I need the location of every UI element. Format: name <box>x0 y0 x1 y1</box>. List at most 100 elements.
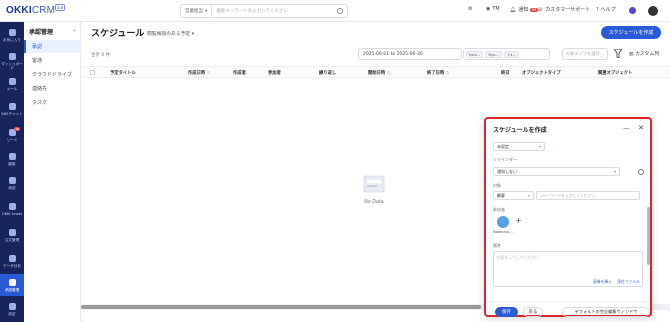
support-label: カスタマーサポート <box>545 7 591 13</box>
sidebar-item-label: データ分析 <box>3 263 21 268</box>
user-team-button[interactable]: ◉ TM <box>486 6 500 12</box>
column-header[interactable]: 終了日時 ⇅ <box>427 70 449 76</box>
permission-filter-dropdown[interactable]: 閲覧権限のある予定 ▾ <box>147 30 194 37</box>
logo-version: 2.0 <box>55 4 66 11</box>
help-button[interactable]: ? ヘルプ <box>596 6 616 14</box>
collapse-icon[interactable]: « <box>73 28 76 34</box>
participants-label: 参加者 <box>493 207 505 212</box>
target-search-placeholder: キーワードを入力してください <box>542 192 596 198</box>
sidebar-item-orders[interactable]: 注文管理 <box>0 224 24 246</box>
create-schedule-modal: スケジュールを作成 — ✕ 未設定 ▾ リマインダー 通知しない ▾ 対象 顧客 ▾ … <box>484 117 652 317</box>
submenu-item-approval[interactable]: 承認 <box>24 40 81 53</box>
gear-icon[interactable] <box>638 169 644 175</box>
notification-button[interactable]: 🔔︎ 通知 99 <box>510 6 538 13</box>
sidebar-item-customers[interactable]: 顧客 <box>0 148 24 170</box>
search-input[interactable]: 検索キーワードを入力してください <box>212 8 347 14</box>
sidebar-item-leads[interactable]: リード 18 <box>0 124 24 146</box>
search-scope-label: 営業担当 <box>185 9 203 14</box>
sidebar-item-mail[interactable]: メール <box>0 74 24 94</box>
sidebar-item-analytics[interactable]: データ分析 <box>0 248 24 274</box>
custom-columns-button[interactable]: ▥ カスタム列 <box>629 50 659 57</box>
app-logo[interactable]: OKKICRM 2.0 <box>6 4 66 16</box>
insert-image-link[interactable]: 画像を挿入 <box>593 279 612 285</box>
sidebar-item-approval[interactable]: 承認管理 <box>0 274 24 296</box>
column-header[interactable]: 関連オブジェクト <box>598 70 632 76</box>
close-icon[interactable]: ✕ <box>638 124 644 132</box>
refresh-icon[interactable]: ⚙ <box>468 6 472 12</box>
sidebar-item-label: リード <box>6 137 18 142</box>
columns-icon: ▥ <box>629 52 634 57</box>
chevron-down-icon: ▾ <box>613 169 616 174</box>
deal-icon <box>8 176 16 184</box>
add-participant-icon[interactable]: + <box>515 216 522 225</box>
sidebar-item-label: OKKI Leads <box>1 211 23 216</box>
sidebar-item-sns-chat[interactable]: SNSチャット <box>0 96 24 122</box>
back-button[interactable]: 戻る <box>523 307 543 317</box>
star-icon <box>8 28 16 36</box>
select-all-checkbox[interactable] <box>90 70 95 75</box>
target-type-value: 顧客 <box>497 192 505 198</box>
submenu-title: 承認管理 <box>29 29 54 36</box>
column-header[interactable]: 予定タイトル <box>110 70 136 76</box>
leads-icon <box>8 202 16 210</box>
app-root: OKKICRM 2.0 営業担当 ▾ 検索キーワードを入力してください ⚙ ◉ TM … <box>0 0 670 322</box>
full-edit-window-button[interactable]: デフォルトの完全編集ウィンドウ <box>562 307 650 317</box>
submenu-item-cloud-drive[interactable]: クラウドドライブ <box>24 68 81 81</box>
notes-textarea[interactable]: 内容を入力してください 画像を挿入 添付ファイル <box>493 251 643 287</box>
search-scope-select[interactable]: 営業担当 ▾ <box>181 5 213 17</box>
sidebar-item-dashboard[interactable]: ダッシュボード <box>0 48 24 74</box>
filter-tag[interactable]: +4... <box>503 50 520 58</box>
attach-file-link[interactable]: 添付ファイル <box>617 279 640 285</box>
analytics-icon <box>8 254 16 262</box>
participant-avatar[interactable] <box>497 216 509 228</box>
search-icon[interactable] <box>337 8 343 14</box>
sidebar-item-favorites[interactable]: お気に入り <box>0 22 24 48</box>
column-header[interactable]: 作成者 <box>233 70 246 76</box>
column-label: 作成者 <box>233 71 246 76</box>
sort-icon: ⇅ <box>445 71 450 76</box>
column-header[interactable]: 終日 <box>501 70 510 76</box>
column-label: 関連オブジェクト <box>598 71 633 76</box>
column-header[interactable]: オブジェクトタイプ <box>522 70 561 76</box>
main-sidebar: お気に入り ダッシュボード メール SNSチャット リード 18 顧客 商談 OK… <box>0 22 24 322</box>
column-header[interactable]: 作成日時 ⇅ <box>188 70 210 76</box>
column-header[interactable]: 繰り返し <box>319 70 336 76</box>
sidebar-item-label: SNSチャット <box>1 111 23 116</box>
column-label: 繰り返し <box>319 71 337 76</box>
theme-icon[interactable] <box>629 7 636 14</box>
user-tag-select[interactable]: hsle... Ryo... +4... <box>463 48 550 60</box>
submenu-item-customer[interactable]: 客通 <box>24 54 81 67</box>
minimize-icon[interactable]: — <box>623 125 629 132</box>
column-header[interactable]: 開始日時 ⇅ <box>368 70 390 76</box>
object-type-select[interactable]: 対象タイプを選択... <box>562 48 608 60</box>
save-button[interactable]: 保存 <box>495 307 518 317</box>
support-button[interactable]: ☏ カスタマーサポート <box>537 6 591 14</box>
submenu-item-tasks[interactable]: タスク <box>24 96 81 109</box>
horizontal-scrollbar[interactable] <box>81 305 481 309</box>
filter-tag[interactable]: hsle... <box>466 50 484 58</box>
bell-icon: 🔔︎ <box>510 6 517 13</box>
sidebar-item-okki-leads[interactable]: OKKI Leads <box>0 196 24 222</box>
date-range-picker[interactable]: 2025-06-01 to 2025-06-30 <box>358 48 462 60</box>
submenu-item-contacts[interactable]: 連絡先 <box>24 82 81 95</box>
status-select[interactable]: 未設定 ▾ <box>493 142 545 151</box>
reminder-select[interactable]: 通知しない ▾ <box>493 167 620 176</box>
dashboard-icon <box>8 52 16 60</box>
target-type-select[interactable]: 顧客 ▾ <box>493 191 534 200</box>
page-title: スケジュール <box>91 29 145 39</box>
filter-icon[interactable] <box>614 49 622 58</box>
notification-label: 通知 <box>518 7 529 13</box>
participant-name: Nolenaru... <box>493 230 513 234</box>
modal-scrollbar[interactable] <box>647 207 650 265</box>
empty-state-text: No Data <box>364 200 384 205</box>
team-label: TM <box>492 6 500 12</box>
filter-tag[interactable]: Ryo... <box>485 50 502 58</box>
create-schedule-button[interactable]: スケジュールを作成 <box>601 26 661 39</box>
global-search[interactable]: 営業担当 ▾ 検索キーワードを入力してください <box>180 4 348 18</box>
target-search-input[interactable]: ⌕ キーワードを入力してください <box>536 191 640 200</box>
help-icon: ? <box>596 6 599 13</box>
column-header[interactable]: 参加者 <box>268 70 281 76</box>
sidebar-item-settings[interactable]: 設定 <box>0 298 24 320</box>
user-avatar[interactable] <box>648 6 658 16</box>
sidebar-item-deals[interactable]: 商談 <box>0 172 24 194</box>
